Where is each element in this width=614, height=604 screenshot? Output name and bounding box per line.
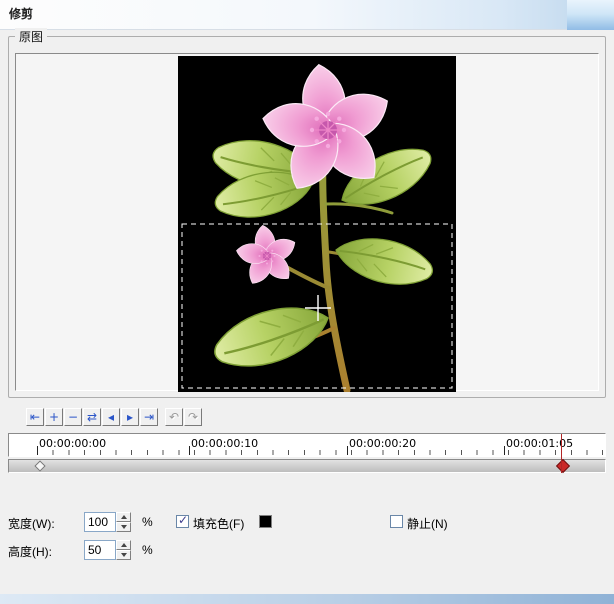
fill-color-swatch[interactable] [259,515,272,528]
time-label: 00:00:01:05 [506,437,574,450]
next-frame-button[interactable]: ↷ [184,408,202,426]
time-label: 00:00:00:10 [191,437,259,450]
timeline-track[interactable] [8,458,606,474]
step-forward-icon: ▸ [126,409,134,424]
flower-artwork [178,56,456,394]
controls-row-2: 高度(H): % [0,539,614,561]
width-spin-down-button[interactable] [116,522,131,532]
playhead-marker[interactable] [555,458,571,474]
source-groupbox: 原图 [8,28,606,398]
prev-frame-icon: ↶ [168,409,180,424]
mark-out-icon: − [67,409,79,424]
time-label: 00:00:00:20 [349,437,417,450]
image-stage[interactable] [178,56,456,394]
swap-marks-icon: ⇄ [86,409,98,424]
major-tick [37,446,38,455]
window-title: 修剪 [9,7,34,21]
width-spinner [84,512,131,532]
jump-end-icon: ⇥ [143,409,155,424]
major-tick [504,446,505,455]
still-checkbox[interactable] [390,515,403,528]
height-spinner [84,540,131,560]
height-spin-down-button[interactable] [116,550,131,560]
trim-toolbar: ⇤ + − ⇄ ◂ ▸ ⇥ ↶ ↷ [26,408,203,426]
height-spin-up-button[interactable] [116,540,131,550]
width-unit: % [142,515,153,529]
step-forward-button[interactable]: ▸ [121,408,139,426]
desktop-bottom [0,594,614,604]
width-input[interactable] [84,512,116,532]
title-bar[interactable]: 修剪 [0,0,567,30]
step-back-button[interactable]: ◂ [102,408,120,426]
mark-out-button[interactable]: − [64,408,82,426]
next-frame-icon: ↷ [187,409,199,424]
width-label: 宽度(W): [8,517,55,531]
group-label: 原图 [15,28,48,45]
start-marker[interactable] [34,460,46,472]
controls-row-1: 宽度(W): % 填充色(F) 静止(N) [0,511,614,533]
desktop-background [567,0,614,31]
major-tick [347,446,348,455]
timeline-ruler[interactable]: 00:00:00:00 00:00:00:10 00:00:00:20 00:0… [8,433,606,457]
trim-dialog: 修剪 原图 ⇤ + − ⇄ ◂ ▸ ⇥ ↶ ↷ 00:00:00:00 00:0… [0,0,614,604]
jump-end-button[interactable]: ⇥ [140,408,158,426]
prev-frame-button[interactable]: ↶ [165,408,183,426]
jump-start-button[interactable]: ⇤ [26,408,44,426]
still-label: 静止(N) [407,517,448,531]
mark-in-button[interactable]: + [45,408,63,426]
mark-in-icon: + [48,409,60,424]
height-label: 高度(H): [8,545,52,559]
dialog-body: 原图 ⇤ + − ⇄ ◂ ▸ ⇥ ↶ ↷ 00:00:00:00 00:00:0… [0,28,614,594]
major-tick [189,446,190,455]
height-unit: % [142,543,153,557]
fill-color-label: 填充色(F) [193,517,245,531]
minor-ticks [37,450,603,455]
fill-color-checkbox[interactable] [176,513,189,528]
swap-marks-button[interactable]: ⇄ [83,408,101,426]
jump-start-icon: ⇤ [29,409,41,424]
step-back-icon: ◂ [107,409,115,424]
preview-area [15,53,599,394]
width-spin-up-button[interactable] [116,512,131,522]
height-input[interactable] [84,540,116,560]
time-label: 00:00:00:00 [39,437,107,450]
playhead-line [561,434,562,473]
